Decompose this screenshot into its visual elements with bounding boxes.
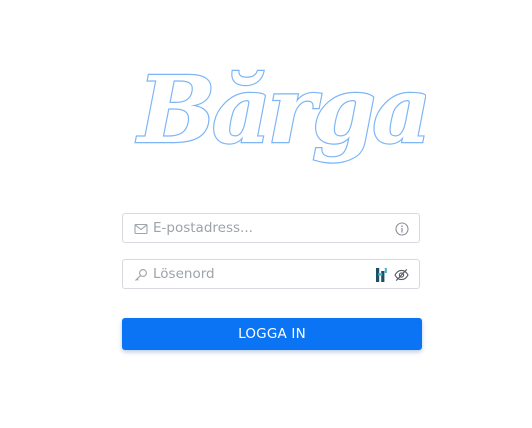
password-input[interactable] <box>153 260 383 288</box>
info-icon[interactable] <box>395 222 409 236</box>
logo-text: Bărgain <box>135 56 426 164</box>
login-button[interactable]: LOGGA IN <box>122 318 422 350</box>
password-field[interactable] <box>122 259 420 289</box>
bargain-logo: Bărgain <box>134 55 426 165</box>
password-manager-icon[interactable] <box>376 268 387 282</box>
email-input[interactable] <box>153 214 383 242</box>
email-field[interactable] <box>122 213 420 243</box>
eye-slash-icon[interactable] <box>394 268 409 282</box>
mail-icon <box>134 223 148 235</box>
login-page: Bărgain <box>0 0 532 428</box>
key-icon <box>135 269 147 281</box>
